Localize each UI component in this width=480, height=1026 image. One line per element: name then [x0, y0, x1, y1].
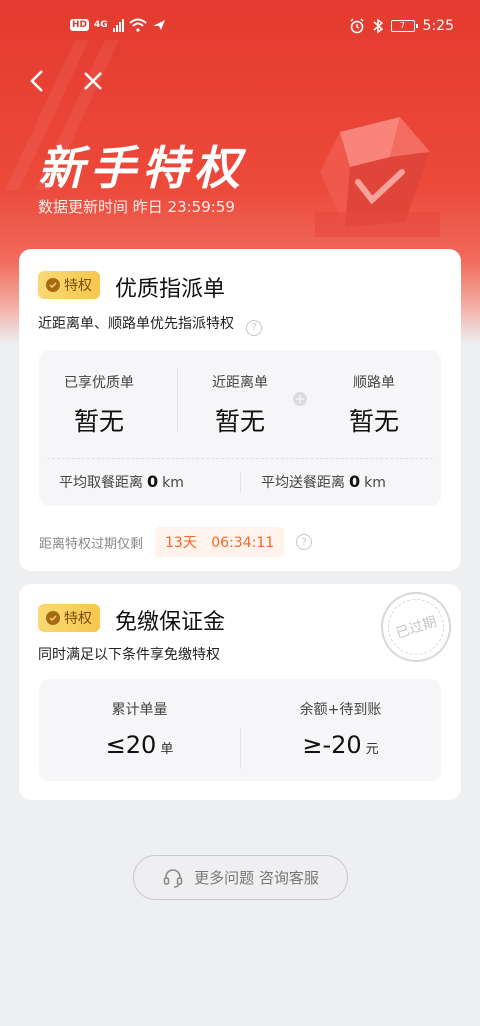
update-time: 数据更新时间 昨日 23:59:59	[38, 198, 235, 216]
customer-service-button[interactable]: 更多问题 咨询客服	[133, 855, 348, 900]
battery-icon: 7	[390, 20, 418, 32]
hd-icon: HD	[70, 19, 90, 31]
card-title: 优质指派单	[115, 277, 226, 302]
value-number: ≤20	[105, 731, 157, 759]
wifi-icon	[129, 18, 147, 32]
stat-nearby-orders: 近距离单 暂无	[181, 372, 299, 438]
nav-bar	[20, 64, 110, 98]
divider	[240, 472, 241, 492]
condition-label: 余额+待到账	[299, 702, 382, 718]
stat-value: 暂无	[348, 407, 399, 436]
avg-pickup-distance: 平均取餐距离 0 km	[59, 472, 184, 492]
medal-icon	[46, 278, 60, 292]
airplane-icon	[152, 20, 165, 30]
privilege-badge: 特权	[38, 604, 100, 632]
conditions-panel: 累计单量 ≤20 单 余额+待到账 ≥-20 元	[39, 679, 441, 781]
medal-icon	[46, 611, 60, 625]
status-bar: HD 4G 7 5:25	[0, 0, 480, 54]
value-unit: 单	[160, 742, 174, 757]
value-number: ≥-20	[302, 731, 362, 759]
pickup-unit: km	[162, 475, 184, 491]
privilege-card-dispatch: 特权 优质指派单 近距离单、顺路单优先指派特权 ? 已享优质单 暂无 近距离单 …	[19, 249, 461, 571]
help-icon[interactable]: ?	[296, 534, 313, 550]
description-text: 近距离单、顺路单优先指派特权	[38, 316, 234, 332]
stat-on-route-orders: 顺路单 暂无	[315, 372, 433, 438]
expire-label: 距离特权过期仅剩	[39, 536, 144, 552]
network-type: 4G	[94, 20, 108, 30]
expired-stamp: 已过期	[371, 582, 461, 672]
delivery-unit: km	[364, 475, 386, 491]
delivery-value: 0	[349, 472, 361, 491]
signal-icon	[112, 18, 124, 32]
back-button[interactable]	[20, 64, 54, 98]
chevron-left-icon	[30, 70, 43, 92]
card-title: 免缴保证金	[115, 610, 226, 635]
stat-label: 顺路单	[353, 375, 395, 391]
privilege-card-deposit: 已过期 特权 免缴保证金 同时满足以下条件享免缴特权 累计单量 ≤20 单 余额+…	[19, 582, 461, 800]
stat-value: 暂无	[214, 407, 265, 436]
pickup-value: 0	[147, 472, 159, 491]
close-icon	[84, 72, 102, 90]
condition-balance: 余额+待到账 ≥-20 元	[240, 699, 441, 759]
delivery-label: 平均送餐距离	[261, 475, 345, 491]
divider	[177, 368, 178, 432]
value-unit: 元	[365, 742, 379, 757]
badge-label: 特权	[64, 611, 92, 627]
stat-premium-orders: 已享优质单 暂无	[39, 372, 159, 438]
clock: 5:25	[422, 18, 454, 34]
help-icon[interactable]: ?	[246, 319, 263, 336]
bluetooth-icon	[373, 18, 383, 34]
stamp-text: 已过期	[393, 613, 439, 643]
privilege-badge: 特权	[38, 271, 100, 299]
pickup-label: 平均取餐距离	[59, 475, 143, 491]
card-description: 近距离单、顺路单优先指派特权 ?	[38, 313, 263, 336]
stat-label: 已享优质单	[64, 375, 134, 391]
close-button[interactable]	[76, 64, 110, 98]
avg-delivery-distance: 平均送餐距离 0 km	[261, 472, 386, 492]
expire-row: 距离特权过期仅剩 13天 06:34:11 ?	[39, 527, 313, 557]
page-title: 新手特权	[38, 141, 246, 195]
headset-icon	[163, 868, 183, 888]
gem-icon	[315, 117, 440, 237]
stat-value: 暂无	[73, 407, 124, 436]
condition-value: ≥-20 元	[240, 731, 441, 759]
countdown-timer: 13天 06:34:11	[155, 527, 285, 557]
card-description: 同时满足以下条件享免缴特权	[38, 647, 220, 663]
separator	[47, 458, 433, 459]
stats-panel: 已享优质单 暂无 近距离单 暂无 + 顺路单 暂无 平均取餐距离 0 km 平均送餐…	[39, 350, 441, 506]
plus-icon: +	[293, 392, 307, 406]
alarm-icon	[350, 18, 364, 34]
condition-order-count: 累计单量 ≤20 单	[39, 699, 240, 759]
help-button-label: 更多问题 咨询客服	[194, 869, 319, 887]
condition-label: 累计单量	[111, 702, 168, 718]
badge-label: 特权	[64, 278, 92, 294]
stat-label: 近距离单	[212, 375, 268, 391]
condition-value: ≤20 单	[39, 731, 240, 759]
